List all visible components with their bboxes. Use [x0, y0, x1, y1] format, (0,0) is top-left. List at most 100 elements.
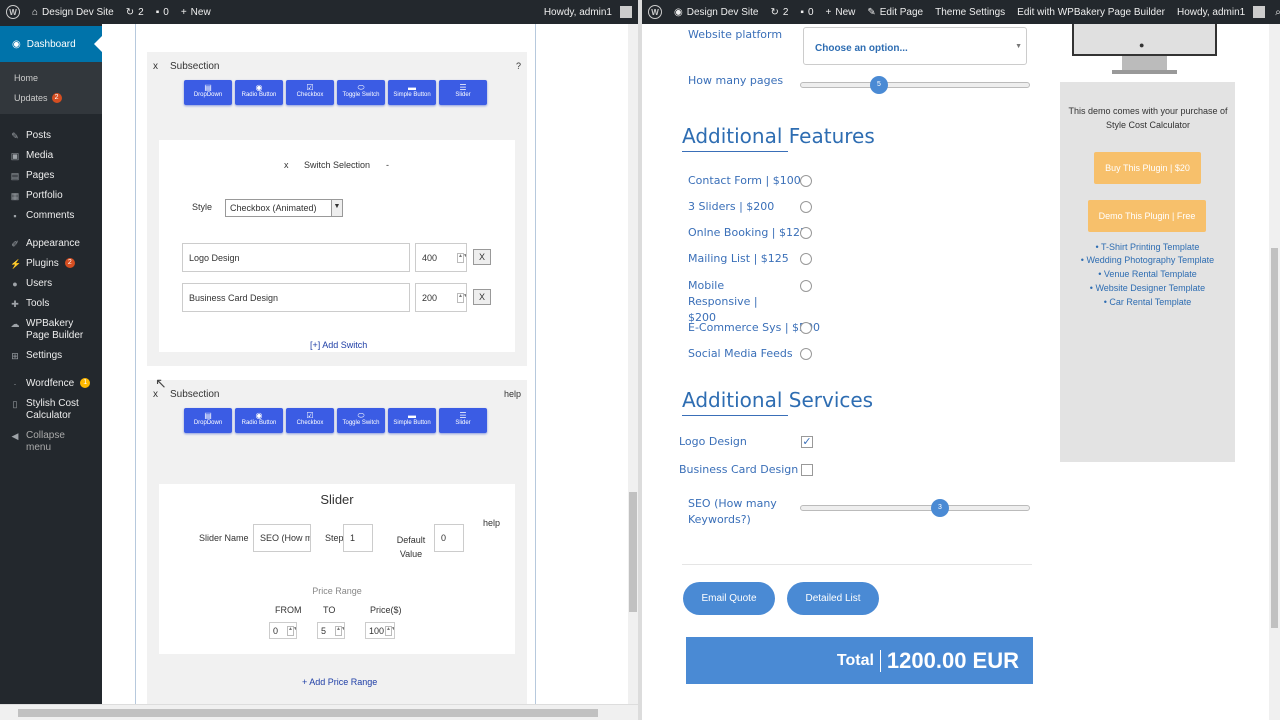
remove-switch-button[interactable]: X	[473, 249, 491, 265]
sidebar-item-users[interactable]: ● Users	[0, 274, 102, 294]
scrollbar-thumb[interactable]	[629, 492, 637, 612]
add-switch-link[interactable]: [+] Add Switch	[310, 340, 367, 350]
new-content-link[interactable]: + New	[175, 0, 217, 24]
add-radio-button[interactable]: ◉ Radio Button	[235, 408, 283, 433]
wp-logo-button[interactable]: W	[642, 0, 668, 24]
sidebar-item-portfolio[interactable]: ▦ Portfolio	[0, 186, 102, 206]
feature-radio[interactable]	[800, 280, 812, 292]
sidebar-item-comments[interactable]: ▪ Comments	[0, 206, 102, 226]
step-input[interactable]: 1	[343, 524, 373, 552]
add-toggle-switch-button[interactable]: ⬭ Toggle Switch	[337, 80, 385, 105]
updates-link[interactable]: ↻ 2	[764, 0, 794, 24]
buy-plugin-button[interactable]: Buy This Plugin | $20	[1094, 152, 1201, 184]
add-dropdown-button[interactable]: ▤ DropDown	[184, 80, 232, 105]
feature-radio[interactable]	[800, 348, 812, 360]
horizontal-scrollbar[interactable]	[0, 704, 638, 720]
default-value-input[interactable]: 0	[434, 524, 464, 552]
spinner-icon[interactable]: ▲▼	[385, 625, 394, 636]
site-name-link[interactable]: ◉ Design Dev Site	[668, 0, 764, 24]
price-input[interactable]: 100 ▲▼	[365, 622, 395, 639]
comments-link[interactable]: ▪ 0	[794, 0, 819, 24]
logo-design-checkbox[interactable]: ✓	[801, 436, 813, 448]
template-link[interactable]: • Venue Rental Template	[1060, 269, 1235, 279]
sidebar-item-appearance[interactable]: ✐ Appearance	[0, 234, 102, 254]
seo-slider-knob[interactable]: 3	[931, 499, 949, 517]
spinner-icon[interactable]: ▲▼	[457, 292, 466, 303]
add-slider-button[interactable]: ☰ Slider	[439, 80, 487, 105]
site-name-link[interactable]: ⌂ Design Dev Site	[26, 0, 120, 24]
spinner-icon[interactable]: ▲▼	[457, 252, 466, 263]
pages-slider-track[interactable]	[800, 82, 1030, 88]
collapse-menu-button[interactable]: ◀ Collapse menu	[0, 426, 102, 458]
feature-radio[interactable]	[800, 322, 812, 334]
sidebar-item-updates[interactable]: Updates 2	[0, 88, 102, 108]
switch-price-input[interactable]: 200 ▲▼	[415, 283, 467, 312]
switch-name-input[interactable]: Logo Design	[182, 243, 410, 272]
add-dropdown-button[interactable]: ▤ DropDown	[184, 408, 232, 433]
edit-page-link[interactable]: ✎ Edit Page	[861, 0, 929, 24]
template-link[interactable]: • Wedding Photography Template	[1060, 255, 1235, 265]
sidebar-item-tools[interactable]: ✚ Tools	[0, 294, 102, 314]
pages-slider-knob[interactable]: 5	[870, 76, 888, 94]
email-quote-button[interactable]: Email Quote	[683, 582, 775, 615]
subsection-help[interactable]: ?	[516, 61, 521, 71]
add-checkbox-button[interactable]: ☑ Checkbox	[286, 80, 334, 105]
feature-radio[interactable]	[800, 175, 812, 187]
sidebar-item-settings[interactable]: ⊞ Settings	[0, 346, 102, 366]
switch-close-button[interactable]: x	[284, 160, 289, 170]
updates-link[interactable]: ↻ 2	[120, 0, 150, 24]
sidebar-item-posts[interactable]: ✎ Posts	[0, 126, 102, 146]
website-platform-select[interactable]: Choose an option... ▼	[803, 27, 1027, 65]
sidebar-item-pages[interactable]: ▤ Pages	[0, 166, 102, 186]
vertical-scrollbar[interactable]	[628, 24, 638, 704]
scrollbar-thumb[interactable]	[1271, 248, 1278, 628]
add-simple-button-button[interactable]: ▬ Simple Button	[388, 80, 436, 105]
slider-name-input[interactable]: SEO (How many	[253, 524, 311, 552]
vertical-scrollbar[interactable]	[1269, 24, 1280, 720]
feature-radio[interactable]	[800, 227, 812, 239]
sidebar-item-wpbakery[interactable]: ☁ WPBakery Page Builder	[0, 314, 102, 346]
account-menu[interactable]: Howdy, admin1	[538, 0, 638, 24]
add-simple-button-button[interactable]: ▬ Simple Button	[388, 408, 436, 433]
add-toggle-switch-button[interactable]: ⬭ Toggle Switch	[337, 408, 385, 433]
demo-plugin-button[interactable]: Demo This Plugin | Free	[1088, 200, 1206, 232]
comments-link[interactable]: ▪ 0	[150, 0, 175, 24]
subsection-help[interactable]: help	[504, 389, 521, 399]
wp-logo-button[interactable]: W	[0, 0, 26, 24]
add-radio-button[interactable]: ◉ Radio Button	[235, 80, 283, 105]
add-checkbox-button[interactable]: ☑ Checkbox	[286, 408, 334, 433]
seo-slider-track[interactable]	[800, 505, 1030, 511]
style-select[interactable]: Checkbox (Animated) ▼	[225, 199, 343, 217]
feature-radio[interactable]	[800, 253, 812, 265]
search-icon[interactable]: ⌕	[1275, 7, 1280, 18]
wpbakery-edit-link[interactable]: Edit with WPBakery Page Builder	[1011, 0, 1171, 24]
sidebar-item-home[interactable]: Home	[0, 68, 102, 88]
account-menu[interactable]: Howdy, admin1 ⌕	[1171, 0, 1280, 24]
remove-switch-button[interactable]: X	[473, 289, 491, 305]
switch-name-input[interactable]: Business Card Design	[182, 283, 410, 312]
switch-collapse[interactable]: -	[386, 160, 389, 170]
add-slider-button[interactable]: ☰ Slider	[439, 408, 487, 433]
template-link[interactable]: • T-Shirt Printing Template	[1060, 242, 1235, 252]
template-link[interactable]: • Car Rental Template	[1060, 297, 1235, 307]
from-input[interactable]: 0 ▲▼	[269, 622, 297, 639]
scrollbar-thumb[interactable]	[18, 709, 598, 717]
subsection-close-button[interactable]: x	[153, 61, 158, 72]
slider-help[interactable]: help	[483, 518, 500, 528]
sidebar-item-plugins[interactable]: ⚡ Plugins 2	[0, 254, 102, 274]
sidebar-item-dashboard[interactable]: ◉ Dashboard	[0, 26, 102, 62]
to-input[interactable]: 5 ▲▼	[317, 622, 345, 639]
theme-settings-link[interactable]: Theme Settings	[929, 0, 1011, 24]
switch-price-input[interactable]: 400 ▲▼	[415, 243, 467, 272]
sidebar-item-stylish-cost-calculator[interactable]: ▯ Stylish Cost Calculator	[0, 394, 102, 426]
spinner-icon[interactable]: ▲▼	[287, 625, 296, 636]
business-card-checkbox[interactable]	[801, 464, 813, 476]
sidebar-item-media[interactable]: ▣ Media	[0, 146, 102, 166]
spinner-icon[interactable]: ▲▼	[335, 625, 344, 636]
template-link[interactable]: • Website Designer Template	[1060, 283, 1235, 293]
feature-radio[interactable]	[800, 201, 812, 213]
sidebar-item-wordfence[interactable]: · Wordfence 1	[0, 374, 102, 394]
detailed-list-button[interactable]: Detailed List	[787, 582, 879, 615]
add-price-range-link[interactable]: + Add Price Range	[302, 677, 377, 687]
new-content-link[interactable]: + New	[820, 0, 862, 24]
